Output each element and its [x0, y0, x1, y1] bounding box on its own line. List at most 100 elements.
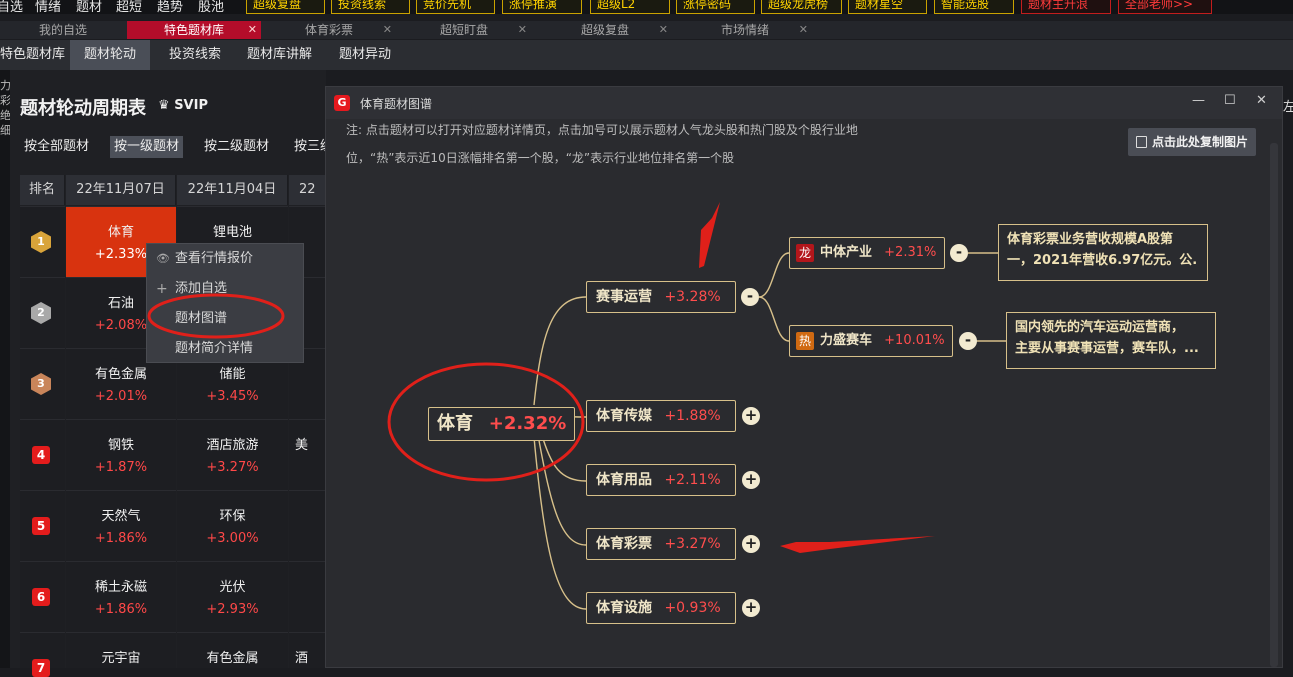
menu-qingxu[interactable]: 情绪 — [35, 0, 61, 14]
stock-name: 力盛赛车 — [820, 333, 873, 348]
desc-line: 体育彩票业务营收规模A股第 — [1007, 232, 1174, 247]
col-header-date3[interactable]: 22年 — [289, 175, 326, 205]
stock-desc-lisheng[interactable]: 国内领先的汽车运动运营商， 主要从事赛事运营，赛车队，... — [1006, 312, 1216, 369]
theme-name: 钢铁 — [107, 438, 134, 453]
branch-node-saishi[interactable]: 赛事运营 +3.28% — [586, 281, 736, 313]
branch-node-sheshi[interactable]: 体育设施 +0.93% — [586, 592, 736, 624]
expand-icon[interactable]: + — [742, 535, 760, 553]
collapse-icon[interactable]: - — [741, 288, 759, 306]
theme-cell[interactable]: 美 — [289, 419, 326, 490]
branch-node-yongpin[interactable]: 体育用品 +2.11% — [586, 464, 736, 496]
ctx-theme-intro[interactable]: 题材简介详情 — [147, 334, 305, 364]
ctx-add-watchlist[interactable]: + 添加自选 — [147, 274, 305, 304]
theme-cell[interactable]: 酒 — [289, 632, 326, 668]
filter-level2-themes[interactable]: 按二级题材 — [200, 136, 273, 158]
subnav-theme-movement[interactable]: 题材异动 — [325, 40, 405, 70]
subnav-theme-rotation[interactable]: 题材轮动 — [70, 40, 151, 70]
theme-cell[interactable]: 光伏 +2.93% — [177, 561, 288, 632]
btn-touzi-xiansuo[interactable]: 投资线索 — [331, 0, 410, 14]
collapse-icon[interactable]: - — [950, 244, 968, 262]
tab-special-theme-library[interactable]: 特色题材库 ✕ — [127, 21, 261, 39]
btn-ticai-xingkong[interactable]: 题材星空 — [848, 0, 927, 14]
btn-jingjia-xianji[interactable]: 竞价先机 — [416, 0, 495, 14]
theme-cell[interactable]: 钢铁 +1.87% — [66, 419, 176, 490]
theme-name: 锂电池 — [212, 225, 252, 240]
subnav-library-explain[interactable]: 题材库讲解 — [233, 40, 326, 70]
subnav-special-library[interactable]: 特色题材库 — [0, 40, 79, 70]
collapse-icon[interactable]: - — [959, 332, 977, 350]
menu-qushi[interactable]: 趋势 — [157, 0, 183, 14]
rank-cell: 2 — [20, 277, 65, 348]
tab-market-sentiment[interactable]: 市场情绪 ✕ — [678, 21, 812, 39]
close-icon[interactable]: ✕ — [383, 21, 392, 39]
stock-name: 中体产业 — [820, 245, 873, 260]
btn-zhangting-mima[interactable]: 涨停密码 — [676, 0, 755, 14]
btn-ticai-zhushenglang[interactable]: 题材主升浪 — [1021, 0, 1111, 14]
btn-chaoji-fupan[interactable]: 超级复盘 — [246, 0, 325, 14]
close-icon[interactable]: ✕ — [518, 21, 527, 39]
stock-node-lisheng[interactable]: 热力盛赛车 +10.01% — [789, 325, 953, 357]
ctx-view-quote[interactable]: 👁 查看行情报价 — [147, 244, 305, 274]
tab-label: 体育彩票 — [304, 23, 353, 37]
mindmap-root-node[interactable]: 体育 +2.32% — [428, 407, 576, 441]
rank-cell: 3 — [20, 348, 65, 419]
tab-short-watch[interactable]: 超短盯盘 ✕ — [397, 21, 531, 39]
close-icon[interactable]: ✕ — [248, 21, 257, 39]
ctx-theme-map[interactable]: 题材图谱 — [147, 304, 305, 334]
branch-change: +0.93% — [664, 600, 721, 616]
theme-cell[interactable] — [289, 561, 326, 632]
page-title: 题材轮动周期表 — [20, 98, 146, 119]
menu-guchi[interactable]: 股池 — [198, 0, 224, 14]
rank-cell: 1 — [20, 206, 65, 277]
tab-my-watchlist[interactable]: 我的自选 — [0, 21, 126, 39]
menu-ticai[interactable]: 题材 — [76, 0, 102, 14]
subnav-investment-clues[interactable]: 投资线索 — [155, 40, 235, 70]
branch-change: +3.28% — [664, 289, 721, 305]
right-edge-text: 左 — [1283, 100, 1293, 115]
branch-name: 体育用品 — [596, 472, 652, 488]
stock-desc-zhongti[interactable]: 体育彩票业务营收规模A股第 一，2021年营收6.97亿元。公. — [998, 224, 1208, 281]
left-strip-text: 力彩绝细 — [0, 79, 10, 137]
theme-cell[interactable]: 元宇宙 — [66, 632, 176, 668]
theme-cell[interactable]: 有色金属 — [177, 632, 288, 668]
theme-cell[interactable]: 稀土永磁 +1.86% — [66, 561, 176, 632]
branch-change: +2.11% — [664, 472, 721, 488]
rank-cell: 6 — [20, 561, 65, 632]
tab-super-review[interactable]: 超级复盘 ✕ — [538, 21, 672, 39]
branch-name: 体育设施 — [596, 600, 652, 616]
theme-name: 稀土永磁 — [94, 580, 147, 595]
rank-cell: 4 — [20, 419, 65, 490]
theme-cell[interactable] — [289, 490, 326, 561]
expand-icon[interactable]: + — [742, 407, 760, 425]
branch-name: 赛事运营 — [596, 289, 652, 305]
desc-line: 一，2021年营收6.97亿元。公. — [1007, 253, 1198, 268]
branch-node-caipiao[interactable]: 体育彩票 +3.27% — [586, 528, 736, 560]
col-header-date2[interactable]: 22年11月04日 — [177, 175, 288, 205]
rank-badge: 6 — [32, 588, 50, 606]
menu-chaoduan[interactable]: 超短 — [116, 0, 142, 14]
col-header-date1[interactable]: 22年11月07日 — [66, 175, 176, 205]
desc-line: 主要从事赛事运营，赛车队，... — [1015, 341, 1199, 356]
filter-all-themes[interactable]: 按全部题材 — [20, 136, 93, 158]
stock-node-zhongti[interactable]: 龙中体产业 +2.31% — [789, 237, 945, 269]
tab-sports-lottery[interactable]: 体育彩票 ✕ — [262, 21, 396, 39]
theme-cell[interactable]: 天然气 +1.86% — [66, 490, 176, 561]
btn-chaoji-longhubang[interactable]: 超级龙虎榜 — [761, 0, 842, 14]
btn-chaoji-l2[interactable]: 超级L2 — [590, 0, 670, 14]
filter-level1-themes[interactable]: 按一级题材 — [110, 136, 184, 158]
btn-zhineng-xuangu[interactable]: 智能选股 — [934, 0, 1014, 14]
stock-change: +2.31% — [884, 245, 937, 260]
theme-name: 天然气 — [101, 509, 141, 524]
branch-node-chuanmei[interactable]: 体育传媒 +1.88% — [586, 400, 736, 432]
theme-cell[interactable]: 环保 +3.00% — [177, 490, 288, 561]
close-icon[interactable]: ✕ — [659, 21, 668, 39]
close-icon[interactable]: ✕ — [799, 21, 808, 39]
theme-cell[interactable]: 酒店旅游 +3.27% — [177, 419, 288, 490]
crown-icon: ♛ — [158, 98, 170, 113]
btn-quanbu-laoshi[interactable]: 全部老师>> — [1118, 0, 1212, 14]
menu-zixuan[interactable]: 自选 — [0, 0, 23, 14]
tab-label: 超级复盘 — [580, 23, 629, 37]
btn-zhangting-tuiyan[interactable]: 涨停推演 — [502, 0, 582, 14]
expand-icon[interactable]: + — [742, 471, 760, 489]
expand-icon[interactable]: + — [742, 599, 760, 617]
